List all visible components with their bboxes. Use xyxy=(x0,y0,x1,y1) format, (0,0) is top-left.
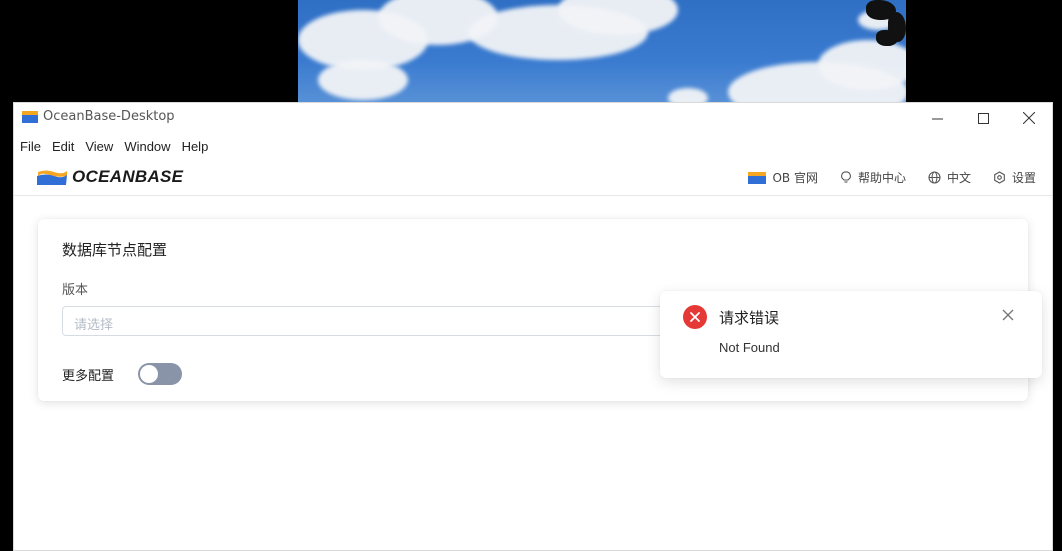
more-config-label: 更多配置 xyxy=(62,369,115,384)
close-window-button[interactable] xyxy=(1006,103,1052,133)
toggle-knob xyxy=(140,365,158,383)
app-header: OCEANBASE OB 官网 帮助中心 中文 设置 xyxy=(14,159,1052,196)
desktop-wallpaper xyxy=(298,0,906,102)
maximize-icon xyxy=(977,112,989,124)
maximize-button[interactable] xyxy=(960,103,1006,133)
minimize-icon xyxy=(931,118,943,119)
globe-icon xyxy=(928,171,941,184)
oceanbase-logo-icon xyxy=(37,170,67,185)
minimize-button[interactable] xyxy=(914,103,960,133)
menu-help[interactable]: Help xyxy=(181,139,215,154)
header-nav: OB 官网 帮助中心 中文 设置 xyxy=(726,169,1036,186)
close-icon[interactable] xyxy=(1002,309,1014,321)
window-title: OceanBase-Desktop xyxy=(43,109,175,124)
menu-bar: File Edit View Window Help xyxy=(14,133,1052,159)
more-config-toggle[interactable] xyxy=(138,363,182,385)
card-title: 数据库节点配置 xyxy=(62,241,168,259)
nav-label: 中文 xyxy=(946,171,971,185)
lightbulb-icon xyxy=(840,171,852,184)
gear-icon xyxy=(993,171,1006,184)
notification-title: 请求错误 xyxy=(719,309,780,327)
version-select-placeholder: 请选择 xyxy=(74,318,114,333)
version-label: 版本 xyxy=(62,283,89,298)
nav-label: 设置 xyxy=(1011,171,1036,185)
oceanbase-logo[interactable]: OCEANBASE xyxy=(36,167,183,187)
notification-message: Not Found xyxy=(719,340,780,355)
error-notification: 请求错误 Not Found xyxy=(660,291,1042,378)
nav-language[interactable]: 中文 xyxy=(928,169,971,186)
nav-settings[interactable]: 设置 xyxy=(993,169,1036,186)
nav-label: 帮助中心 xyxy=(857,171,906,185)
nav-label: OB 官网 xyxy=(772,171,818,185)
menu-file[interactable]: File xyxy=(19,139,47,154)
logo-text: OCEANBASE xyxy=(72,167,184,186)
nav-ob-official-site[interactable]: OB 官网 xyxy=(748,169,818,186)
ob-flag-icon xyxy=(748,171,767,184)
menu-edit[interactable]: Edit xyxy=(51,139,80,154)
menu-view[interactable]: View xyxy=(84,139,119,154)
error-icon xyxy=(683,305,707,329)
title-bar: OceanBase-Desktop xyxy=(14,103,1052,133)
app-icon xyxy=(22,111,38,123)
app-window: OceanBase-Desktop File Edit View Window … xyxy=(13,102,1053,551)
menu-window[interactable]: Window xyxy=(123,139,176,154)
nav-help-center[interactable]: 帮助中心 xyxy=(840,169,906,186)
close-icon xyxy=(1023,112,1035,124)
